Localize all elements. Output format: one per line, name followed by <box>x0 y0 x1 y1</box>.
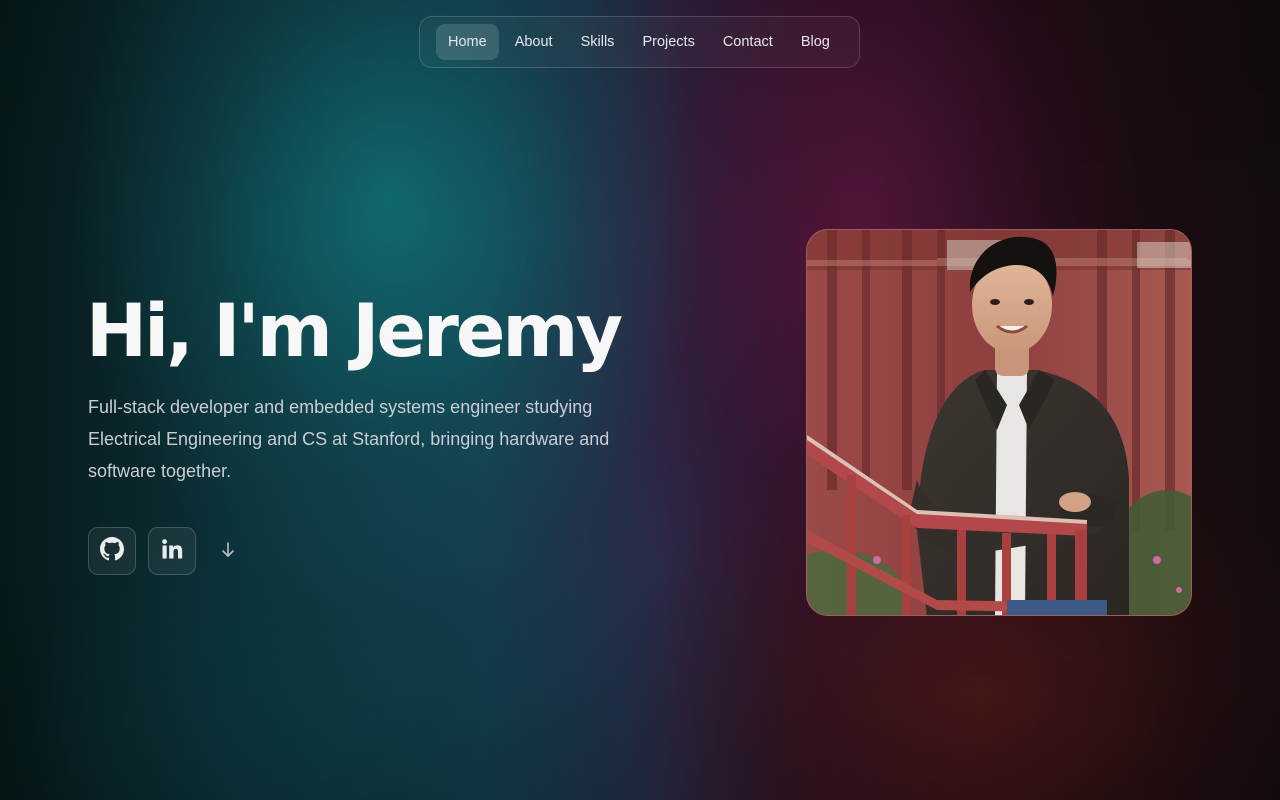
github-link-button[interactable] <box>88 527 136 575</box>
linkedin-link-button[interactable] <box>148 527 196 575</box>
hero-subtitle: Full-stack developer and embedded system… <box>88 397 610 481</box>
nav-item-about[interactable]: About <box>503 24 565 60</box>
github-icon <box>100 536 124 566</box>
hero-title: Hi, I'm Jeremy <box>86 289 623 374</box>
top-navigation: Home About Skills Projects Contact Blog <box>419 16 860 68</box>
arrow-down-icon <box>221 541 235 564</box>
nav-item-home[interactable]: Home <box>436 24 499 60</box>
nav-item-skills[interactable]: Skills <box>569 24 627 60</box>
scroll-down-button[interactable] <box>218 540 238 564</box>
nav-item-contact[interactable]: Contact <box>711 24 785 60</box>
profile-photo <box>806 229 1192 616</box>
linkedin-icon <box>160 537 184 566</box>
nav-item-projects[interactable]: Projects <box>630 24 706 60</box>
nav-item-blog[interactable]: Blog <box>789 24 842 60</box>
